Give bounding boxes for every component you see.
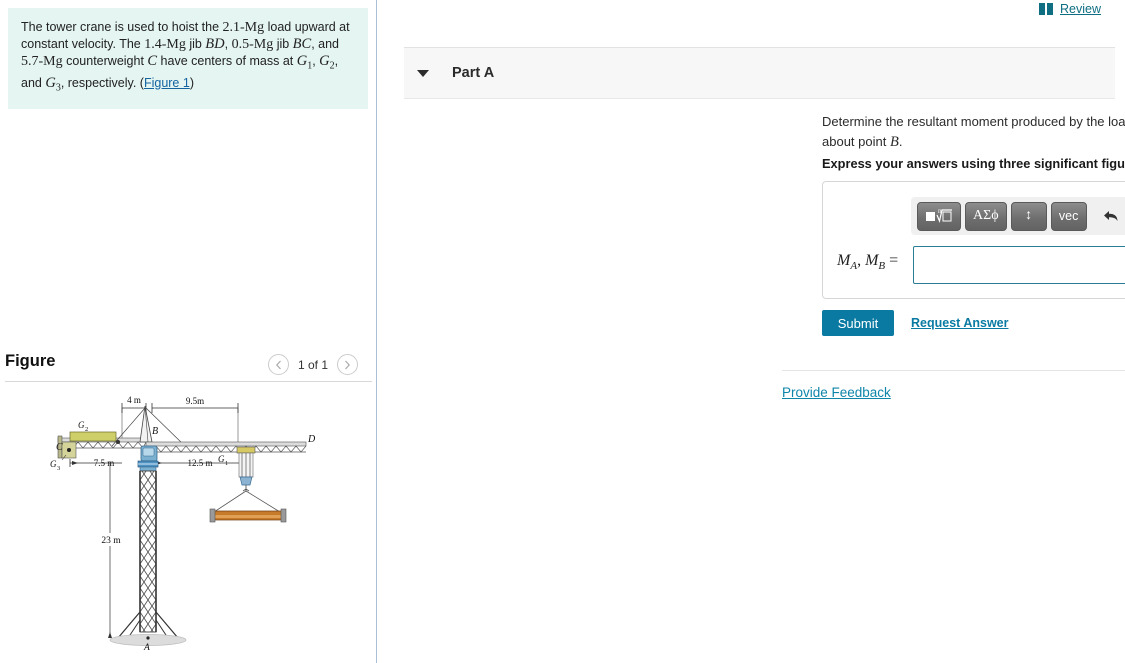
undo-icon xyxy=(1103,211,1118,221)
tower-crane-diagram: 4 m 9.5m G 2 C G 3 7.5 m B D G 1 12.5 m … xyxy=(50,395,316,653)
problem-text-part4: , respectively. ( xyxy=(60,75,144,90)
jib-bc-mass: 0.5-Mg xyxy=(231,37,274,52)
answer-entry-box: n ΑΣϕ ↕ vec MA, MB = xyxy=(822,181,1125,299)
g2-sub: 2 xyxy=(329,60,335,72)
jib-bc-label: BC xyxy=(292,36,312,52)
g3-figure-sub: 3 xyxy=(57,465,60,472)
figure-divider xyxy=(5,381,372,382)
problem-statement: The tower crane is used to hoist the 2.1… xyxy=(8,8,368,109)
greek-button[interactable]: ΑΣϕ xyxy=(965,201,1007,231)
jib-bd-word: jib xyxy=(185,37,206,51)
answer-label-m2: M xyxy=(865,252,879,269)
counterweight-word: counterweight xyxy=(62,54,148,68)
g2-figure-label: G xyxy=(78,420,85,430)
left-panel: The tower crane is used to hoist the 2.1… xyxy=(0,0,377,663)
dim-7_5m-label: 7.5 m xyxy=(94,458,115,468)
counterweight-mass: 5.7-Mg xyxy=(21,54,63,69)
radical-template-icon: n xyxy=(926,207,952,223)
answer-label-comma: , xyxy=(857,252,866,269)
submit-button[interactable]: Submit xyxy=(822,310,894,336)
g1-figure-sub: 1 xyxy=(225,460,228,467)
figure-panel-title: Figure xyxy=(5,352,56,370)
point-a-label: A xyxy=(143,643,150,653)
question-text-c: . xyxy=(898,134,903,149)
feedback-divider xyxy=(782,370,1125,371)
question-text: Determine the resultant moment produced … xyxy=(822,112,1125,152)
chevron-left-icon xyxy=(275,360,281,369)
caret-down-icon[interactable] xyxy=(417,69,429,77)
figure-counter: 1 of 1 xyxy=(297,357,328,372)
part-a-title: Part A xyxy=(452,65,495,81)
problem-text-end: ) xyxy=(189,75,194,90)
jib-bd-label: BD xyxy=(205,36,225,52)
answer-label-equals: = xyxy=(885,252,899,269)
problem-text-part1: The tower crane is used to hoist the xyxy=(21,20,223,34)
point-c-label: C xyxy=(56,442,63,453)
chevron-right-icon xyxy=(345,360,351,369)
problem-sep2: , and xyxy=(311,37,340,51)
figure-prev-button[interactable] xyxy=(267,354,289,375)
review-label: Review xyxy=(1060,2,1101,16)
point-b-label: B xyxy=(152,426,158,437)
vector-button[interactable]: vec xyxy=(1050,201,1087,231)
g1-label: G xyxy=(296,53,308,69)
request-answer-link[interactable]: Request Answer xyxy=(911,316,1008,330)
review-link[interactable]: Review xyxy=(1039,2,1101,16)
dim-4m-label: 4 m xyxy=(127,395,141,405)
undo-button[interactable] xyxy=(1097,202,1125,230)
question-point-b: B xyxy=(889,134,899,150)
dim-23m-label: 23 m xyxy=(101,536,121,546)
dim-12_5m-label: 12.5 m xyxy=(187,458,212,468)
jib-bc-word: jib xyxy=(273,37,293,51)
problem-sep1: , xyxy=(224,37,232,51)
crane-figure[interactable]: 4 m 9.5m G 2 C G 3 7.5 m B D G 1 12.5 m … xyxy=(0,390,377,663)
answer-label: MA, MB = xyxy=(837,252,898,272)
g1-figure-label: G xyxy=(218,454,225,464)
template-button[interactable]: n xyxy=(917,201,961,231)
part-a-header[interactable]: Part A xyxy=(404,47,1115,99)
dim-9_5m-label: 9.5m xyxy=(186,396,204,406)
jib-bd-mass: 1.4-Mg xyxy=(144,37,186,52)
right-panel: Review Part A Determine the resultant mo… xyxy=(378,0,1125,663)
g3-figure-label: G xyxy=(50,459,57,469)
answer-input[interactable] xyxy=(913,246,1125,284)
point-d-label: D xyxy=(307,434,316,445)
g1-sub: 1 xyxy=(307,60,313,72)
answer-instruction: Express your answers using three signifi… xyxy=(822,156,1125,171)
g2-figure-sub: 2 xyxy=(85,426,88,433)
answer-label-m1: M xyxy=(837,252,851,269)
g3-label: G xyxy=(45,74,56,91)
figure-navigation: 1 of 1 xyxy=(267,354,358,375)
math-toolbar: n ΑΣϕ ↕ vec xyxy=(911,197,1125,235)
book-icon xyxy=(1039,3,1054,15)
g2-label: G xyxy=(319,53,330,69)
mastering-physics-page: The tower crane is used to hoist the 2.1… xyxy=(0,0,1125,663)
provide-feedback-link[interactable]: Provide Feedback xyxy=(782,385,891,400)
counterweight-label: C xyxy=(147,53,158,69)
figure-1-link[interactable]: Figure 1 xyxy=(144,76,190,90)
problem-text-part3: have centers of mass at xyxy=(157,54,297,68)
figure-next-button[interactable] xyxy=(337,354,358,375)
load-mass: 2.1-Mg xyxy=(222,20,265,35)
question-text-a: Determine the resultant moment produced … xyxy=(822,114,1125,129)
updown-button[interactable]: ↕ xyxy=(1010,201,1047,231)
